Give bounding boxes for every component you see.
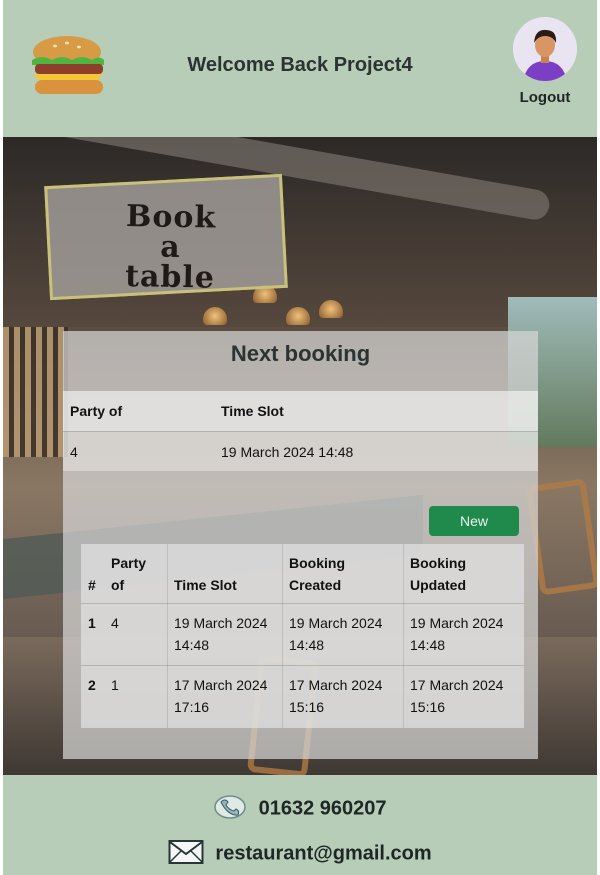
email-address: restaurant@gmail.com [215,842,432,865]
bar-shelf-decor [3,327,68,457]
row-time-slot: 17 March 2024 17:16 [174,677,268,715]
row-booking-updated: 17 March 2024 15:16 [410,677,504,715]
row-index: 1 [88,615,96,631]
row-booking-created: 19 March 2024 14:48 [289,615,383,653]
column-header-time-slot: Time Slot [221,403,284,419]
email-contact[interactable]: restaurant@gmail.com [3,839,597,869]
row-time-slot: 19 March 2024 14:48 [174,615,268,653]
table-row: 1 4 19 March 2024 14:48 19 March 2024 14… [81,604,524,666]
row-booking-updated: 19 March 2024 14:48 [410,615,504,653]
next-booking-header-row: Party of Time Slot [63,391,538,431]
column-header-booking-updated: Booking Updated [410,555,466,593]
phone-icon [213,793,247,825]
pendant-lamp-icon [319,300,343,318]
phone-contact[interactable]: 01632 960207 [3,793,597,825]
user-avatar-icon[interactable] [513,17,577,81]
logout-link[interactable]: Logout [508,89,582,106]
table-row: 2 1 17 March 2024 17:16 17 March 2024 15… [81,666,524,728]
next-booking-party: 4 [70,444,78,460]
next-booking-time-slot: 19 March 2024 14:48 [221,444,354,460]
phone-number: 01632 960207 [258,797,387,820]
next-booking-title: Next booking [230,341,371,366]
welcome-heading: Welcome Back Project4 [187,54,413,76]
column-header-booking-created: Booking Created [289,555,345,593]
envelope-icon [168,839,204,869]
row-party: 4 [111,615,119,631]
bookings-table: # Party of Time Slot Booking Created Boo… [81,544,524,728]
next-booking-row: 4 19 March 2024 14:48 [63,431,538,471]
column-divider [167,544,168,728]
column-header-party-of: Party of [70,403,123,419]
row-index: 2 [88,677,96,693]
table-header-row: # Party of Time Slot Booking Created Boo… [81,544,524,604]
column-divider [282,544,283,728]
header: Welcome Back Project4 Logout [3,0,597,137]
row-booking-created: 17 March 2024 15:16 [289,677,383,715]
column-divider [403,544,404,728]
app-frame: Welcome Back Project4 Logout Book a tabl… [3,0,597,875]
book-a-table-label: Book a table [124,198,217,296]
new-booking-button[interactable]: New [429,506,519,536]
column-header-time-slot: Time Slot [174,577,237,593]
row-party: 1 [111,677,119,693]
column-header-party-of: Party of [111,555,147,593]
column-header-index: # [88,577,96,593]
pendant-lamp-icon [203,307,227,325]
pendant-lamp-icon [286,307,310,325]
footer: 01632 960207 restaurant@gmail.com [3,775,597,875]
book-a-table-card[interactable]: Book a table [44,173,288,301]
